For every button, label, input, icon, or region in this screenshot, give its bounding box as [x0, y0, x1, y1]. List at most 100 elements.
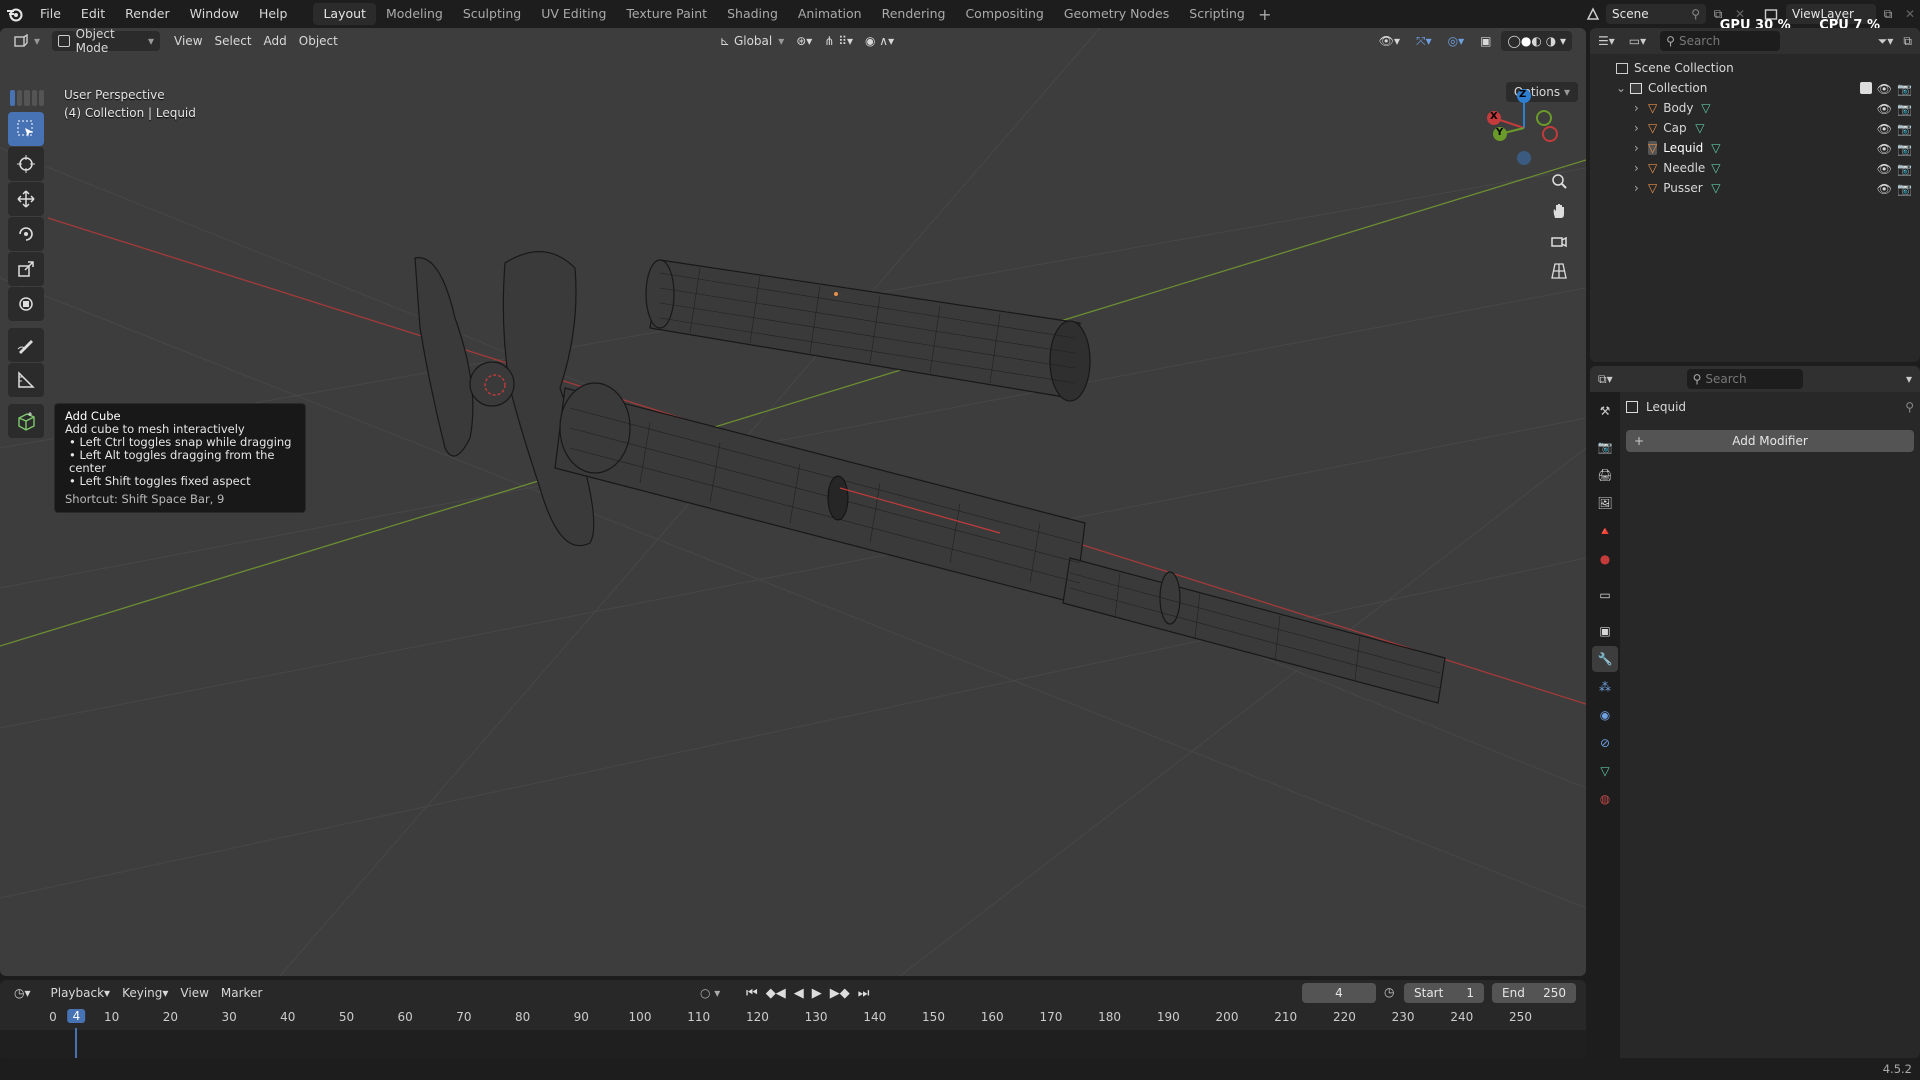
- tab-sculpting[interactable]: Sculpting: [453, 3, 531, 25]
- orientation-dropdown[interactable]: ⊾ Global ▾: [714, 31, 790, 51]
- tab-animation[interactable]: Animation: [788, 3, 872, 25]
- properties-editor-icon[interactable]: ⧉▾: [1598, 372, 1613, 387]
- menu-playback[interactable]: Playback ▾: [45, 983, 117, 1003]
- scene-tab-icon[interactable]: 🔺: [1592, 518, 1618, 544]
- camera-icon[interactable]: 📷: [1897, 122, 1912, 136]
- mode-dropdown[interactable]: Object Mode ▾: [52, 28, 161, 55]
- select-intersect-icon[interactable]: [38, 90, 45, 106]
- pin-icon[interactable]: ⚲: [1691, 7, 1700, 21]
- transform-tool[interactable]: [8, 287, 44, 321]
- zoom-icon[interactable]: [1546, 168, 1572, 194]
- camera-icon[interactable]: 📷: [1897, 142, 1912, 156]
- menu-help[interactable]: Help: [249, 0, 298, 28]
- editor-type-button[interactable]: ▾: [8, 31, 46, 51]
- scene-collection-row[interactable]: Scene Collection: [1590, 58, 1920, 78]
- pin-icon[interactable]: ⚲: [1905, 400, 1914, 414]
- scale-tool[interactable]: [8, 252, 44, 286]
- perspective-grid-icon[interactable]: [1546, 258, 1572, 284]
- eye-icon[interactable]: 👁: [1877, 162, 1892, 176]
- add-modifier-button[interactable]: + Add Modifier: [1626, 430, 1914, 452]
- menu-edit[interactable]: Edit: [71, 0, 115, 28]
- object-tab-icon[interactable]: ▣: [1592, 618, 1618, 644]
- rotate-tool[interactable]: [8, 217, 44, 251]
- current-frame-field[interactable]: 4: [1302, 983, 1376, 1003]
- outliner-object-row[interactable]: › ▽ Body ▽ 👁 📷: [1590, 98, 1920, 118]
- auto-keying-icon[interactable]: ○ ▾: [700, 986, 720, 1000]
- select-invert-icon[interactable]: [31, 90, 37, 106]
- tab-uv-editing[interactable]: UV Editing: [531, 3, 616, 25]
- expand-icon[interactable]: ›: [1634, 181, 1648, 195]
- measure-tool[interactable]: [8, 363, 44, 397]
- output-tab-icon[interactable]: 🖨: [1592, 462, 1618, 488]
- cursor-tool[interactable]: [8, 147, 44, 181]
- frame-ruler[interactable]: 0 10 20 30 40 50 60 70 80 90 100 110 120 130 140 150 160…: [0, 1009, 1586, 1028]
- select-subtract-icon[interactable]: [24, 90, 30, 106]
- menu-select[interactable]: Select: [209, 31, 258, 51]
- select-extend-icon[interactable]: [17, 90, 23, 106]
- tab-rendering[interactable]: Rendering: [872, 3, 956, 25]
- menu-view[interactable]: View: [168, 31, 208, 51]
- close-layer-icon[interactable]: ✕: [1900, 7, 1920, 21]
- move-tool[interactable]: [8, 182, 44, 216]
- camera-view-icon[interactable]: [1546, 228, 1572, 254]
- jump-end-icon[interactable]: ⏭: [858, 986, 870, 1001]
- visibility-icon[interactable]: 👁▾: [1373, 31, 1406, 51]
- snap-icon[interactable]: ⋔ ⠿▾: [818, 31, 859, 51]
- camera-icon[interactable]: 📷: [1897, 182, 1912, 196]
- 3d-viewport[interactable]: ▾ Object Mode ▾ View Select Add Object ⊾…: [0, 28, 1586, 976]
- eye-icon[interactable]: 👁: [1877, 102, 1892, 116]
- navigation-gizmo[interactable]: Z X Y: [1484, 88, 1564, 168]
- collection-row[interactable]: ⌄ Collection 👁 📷: [1590, 78, 1920, 98]
- outliner-object-row-active[interactable]: › ▽ Lequid ▽ 👁 📷: [1590, 138, 1920, 158]
- camera-icon[interactable]: 📷: [1897, 102, 1912, 116]
- scene-icon[interactable]: [1580, 7, 1606, 21]
- camera-icon[interactable]: 📷: [1897, 162, 1912, 176]
- exclude-checkbox[interactable]: [1860, 82, 1872, 94]
- new-collection-icon[interactable]: ⧉: [1903, 34, 1912, 49]
- outliner-search[interactable]: ⚲ Search: [1660, 31, 1781, 51]
- end-frame-field[interactable]: End 250: [1492, 983, 1576, 1003]
- scene-field[interactable]: Scene ⚲: [1606, 4, 1706, 24]
- tab-shading[interactable]: Shading: [717, 3, 788, 25]
- tab-geometry-nodes[interactable]: Geometry Nodes: [1054, 3, 1179, 25]
- material-tab-icon[interactable]: ◍: [1592, 786, 1618, 812]
- tab-modeling[interactable]: Modeling: [376, 3, 453, 25]
- overlay-toggle-icon[interactable]: ◎▾: [1442, 31, 1471, 51]
- modifier-tab-icon[interactable]: 🔧: [1592, 646, 1618, 672]
- menu-add[interactable]: Add: [258, 31, 293, 51]
- eye-icon[interactable]: 👁: [1877, 182, 1892, 196]
- expand-icon[interactable]: ›: [1634, 141, 1648, 155]
- menu-view[interactable]: View: [174, 983, 214, 1003]
- timeline-editor-icon[interactable]: ◷▾: [8, 983, 37, 1003]
- play-reverse-icon[interactable]: ◀: [794, 986, 804, 1001]
- menu-object[interactable]: Object: [293, 31, 344, 51]
- expand-icon[interactable]: ›: [1634, 121, 1648, 135]
- gizmo-toggle-icon[interactable]: ⤧▾: [1410, 31, 1438, 51]
- stopwatch-icon[interactable]: ◷: [1384, 985, 1394, 999]
- properties-search[interactable]: ⚲ Search: [1686, 369, 1803, 389]
- eye-icon[interactable]: 👁: [1877, 142, 1892, 156]
- blender-logo-icon[interactable]: [0, 0, 30, 28]
- eye-icon[interactable]: 👁: [1877, 82, 1892, 96]
- view-layer-tab-icon[interactable]: 🖼: [1592, 490, 1618, 516]
- data-tab-icon[interactable]: ▽: [1592, 758, 1618, 784]
- menu-file[interactable]: File: [30, 0, 71, 28]
- timeline-track-area[interactable]: [0, 1030, 1586, 1058]
- playhead[interactable]: 4: [67, 1009, 86, 1023]
- eye-icon[interactable]: 👁: [1877, 122, 1892, 136]
- pan-hand-icon[interactable]: [1546, 198, 1572, 224]
- outliner-object-row[interactable]: › ▽ Needle ▽ 👁 📷: [1590, 158, 1920, 178]
- constraints-tab-icon[interactable]: ⊘: [1592, 730, 1618, 756]
- display-mode-icon[interactable]: ▭▾: [1629, 34, 1646, 48]
- physics-tab-icon[interactable]: ◉: [1592, 702, 1618, 728]
- filter-icon[interactable]: ⏷▾: [1878, 34, 1894, 49]
- jump-start-icon[interactable]: ⏮: [746, 986, 758, 1001]
- camera-icon[interactable]: 📷: [1897, 82, 1912, 96]
- prev-keyframe-icon[interactable]: ◆◀: [766, 986, 786, 1001]
- menu-window[interactable]: Window: [180, 0, 249, 28]
- xray-toggle-icon[interactable]: ▣: [1474, 31, 1497, 51]
- menu-marker[interactable]: Marker: [215, 983, 268, 1003]
- expand-icon[interactable]: ›: [1634, 161, 1648, 175]
- expand-icon[interactable]: ⌄: [1616, 81, 1630, 95]
- expand-icon[interactable]: ›: [1634, 101, 1648, 115]
